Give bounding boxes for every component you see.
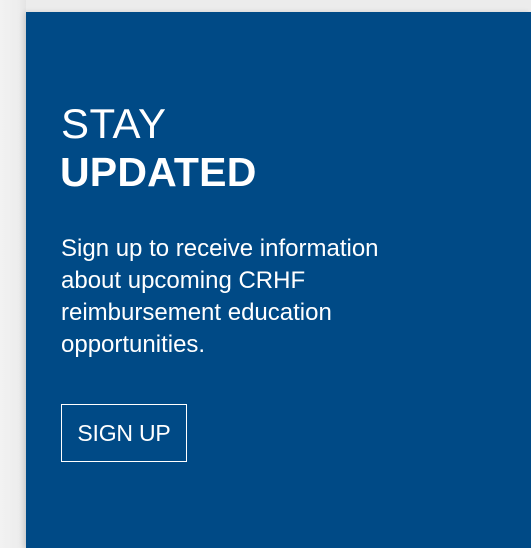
sign-up-button[interactable]: SIGN UP [61, 404, 187, 462]
description-line-1: Sign up to receive information [61, 235, 379, 262]
heading-updated: UPDATED [60, 149, 257, 195]
signup-description: Sign up to receive information about upc… [61, 233, 491, 361]
description-line-3: reimbursement education [61, 299, 332, 326]
page-margin [0, 0, 26, 548]
description-line-4: opportunities. [61, 331, 206, 358]
stay-updated-card: STAY UPDATED Sign up to receive informat… [26, 12, 531, 548]
description-line-2: about upcoming CRHF [61, 267, 306, 294]
heading-stay: STAY [61, 100, 167, 147]
